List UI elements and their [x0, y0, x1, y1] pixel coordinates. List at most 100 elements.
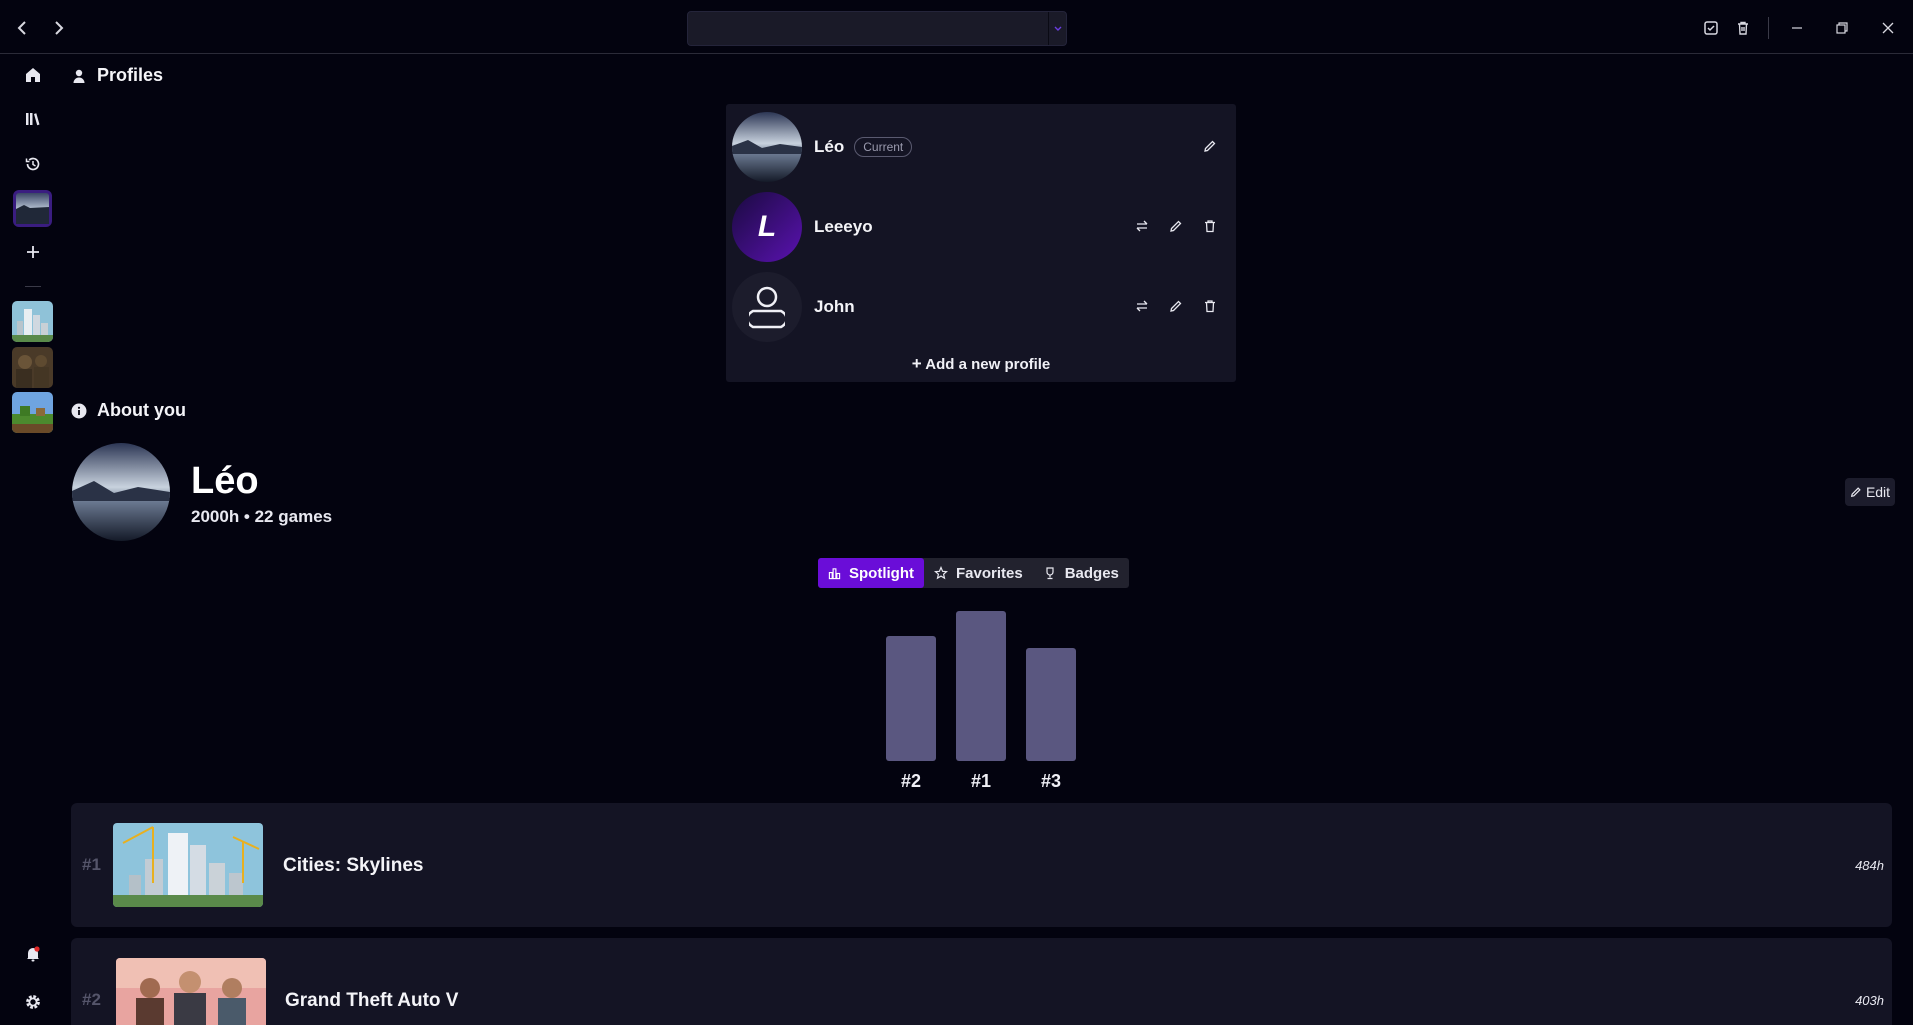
- about-stats: 2000h • 22 games: [191, 507, 333, 526]
- trophy-icon: [1046, 567, 1054, 580]
- delete-profile-button[interactable]: [1198, 214, 1222, 238]
- avatar-initial: L: [757, 210, 777, 243]
- game-thumbnail: [113, 823, 263, 907]
- info-icon: [71, 403, 87, 418]
- profile-name: John: [814, 297, 855, 316]
- game-row[interactable]: #2 Grand Theft Auto V 403h: [71, 938, 1892, 1025]
- switch-icon: [1136, 220, 1148, 232]
- plus-icon: [27, 246, 39, 258]
- close-icon: [1882, 22, 1894, 34]
- profile-actions: [1130, 294, 1222, 318]
- podium-label-third: #3: [1040, 771, 1062, 791]
- tab-label: Spotlight: [849, 564, 914, 582]
- game-title: Cities: Skylines: [283, 855, 424, 876]
- back-button[interactable]: [9, 14, 37, 42]
- avatar: L: [732, 192, 802, 262]
- sidebar-game-cities[interactable]: [12, 301, 53, 342]
- about-avatar: [72, 443, 170, 541]
- edit-profile-button[interactable]: [1198, 134, 1222, 158]
- podium-label-second: #2: [900, 771, 922, 791]
- profile-actions: [1130, 214, 1222, 238]
- restore-icon: [1836, 22, 1848, 34]
- user-icon: [73, 69, 85, 83]
- podium-label-first: #1: [970, 771, 992, 791]
- library-icon: [26, 113, 40, 126]
- plus-icon: +: [911, 354, 922, 373]
- profile-name: Leeeyo: [814, 217, 873, 236]
- sidebar-home[interactable]: [16, 58, 50, 92]
- tab-spotlight[interactable]: Spotlight: [818, 558, 924, 588]
- profile-avatar-icon: [16, 193, 49, 224]
- checkbox-icon: [1704, 21, 1718, 35]
- profile-name: Léo: [814, 137, 845, 156]
- game-title: Grand Theft Auto V: [285, 990, 459, 1011]
- history-icon: [25, 157, 40, 171]
- profiles-title: Profiles: [97, 65, 164, 85]
- pencil-icon: [1204, 140, 1216, 152]
- sidebar-divider: [25, 286, 41, 287]
- profile-row-leo[interactable]: Léo Current: [732, 112, 1230, 182]
- podium-bar-third: [1026, 648, 1076, 761]
- select-mode-button[interactable]: [1697, 14, 1725, 42]
- podium-bar-first: [956, 611, 1006, 761]
- add-profile-button[interactable]: + Add a new profile: [726, 354, 1236, 374]
- tab-favorites[interactable]: Favorites: [924, 558, 1033, 588]
- edit-profile-button[interactable]: [1164, 294, 1188, 318]
- sidebar-game-war[interactable]: [12, 347, 53, 388]
- game-rank: #2: [82, 990, 101, 1009]
- close-button[interactable]: [1874, 14, 1902, 42]
- profile-row-leeeyo[interactable]: L Leeeyo: [732, 192, 1230, 262]
- settings-button[interactable]: [16, 985, 50, 1019]
- search-input[interactable]: [687, 11, 1067, 46]
- pencil-icon: [1170, 220, 1182, 232]
- game-hours: 403h: [1855, 993, 1884, 1008]
- notifications-button[interactable]: [16, 937, 50, 971]
- about-heading: About you: [71, 400, 186, 421]
- sidebar-profile[interactable]: [13, 190, 52, 227]
- add-profile-label: Add a new profile: [925, 356, 1051, 373]
- switch-icon: [1136, 300, 1148, 312]
- profiles-heading: Profiles: [71, 65, 163, 86]
- tab-label: Badges: [1064, 564, 1119, 582]
- forward-button[interactable]: [44, 14, 72, 42]
- game-thumbnail: [116, 958, 266, 1025]
- chevron-down-icon: [1054, 26, 1061, 31]
- edit-label: Edit: [1865, 484, 1891, 500]
- delete-profile-button[interactable]: [1198, 294, 1222, 318]
- chevron-left-icon: [17, 21, 26, 35]
- minimize-button[interactable]: [1783, 14, 1811, 42]
- add-game-button[interactable]: [16, 235, 50, 269]
- avatar: [732, 112, 802, 182]
- podium-bar-second: [886, 636, 936, 761]
- game-row[interactable]: #1 Cities: Skylines 484h: [71, 803, 1892, 927]
- chevron-right-icon: [55, 21, 64, 35]
- sidebar-game-minecraft[interactable]: [12, 392, 53, 433]
- sidebar: [0, 54, 66, 1025]
- restore-button[interactable]: [1828, 14, 1856, 42]
- gear-icon: [26, 995, 40, 1009]
- about-name: Léo: [191, 460, 259, 502]
- sidebar-library[interactable]: [16, 102, 50, 136]
- minimize-icon: [1792, 27, 1802, 29]
- tab-badges[interactable]: Badges: [1033, 558, 1129, 588]
- war-thumbnail: [12, 347, 53, 388]
- game-hours: 484h: [1855, 858, 1884, 873]
- lake-avatar-image: [732, 112, 802, 182]
- trash-button[interactable]: [1729, 14, 1757, 42]
- spotlight-tabs: Spotlight Favorites Badges: [818, 558, 1129, 588]
- profiles-card: Léo Current L Leeeyo John + Add a new pr…: [726, 104, 1236, 382]
- user-placeholder-icon: [749, 286, 785, 329]
- minecraft-thumbnail: [12, 392, 53, 433]
- tab-label: Favorites: [955, 564, 1023, 582]
- switch-profile-button[interactable]: [1130, 294, 1154, 318]
- switch-profile-button[interactable]: [1130, 214, 1154, 238]
- edit-about-button[interactable]: Edit: [1845, 478, 1895, 506]
- sidebar-history[interactable]: [16, 147, 50, 181]
- pencil-icon: [1170, 300, 1182, 312]
- chart-icon: [828, 567, 841, 579]
- profile-actions: [1198, 134, 1222, 158]
- about-title: About you: [97, 400, 186, 420]
- search-dropdown-button[interactable]: [1048, 12, 1066, 45]
- profile-row-john[interactable]: John: [732, 272, 1230, 342]
- edit-profile-button[interactable]: [1164, 214, 1188, 238]
